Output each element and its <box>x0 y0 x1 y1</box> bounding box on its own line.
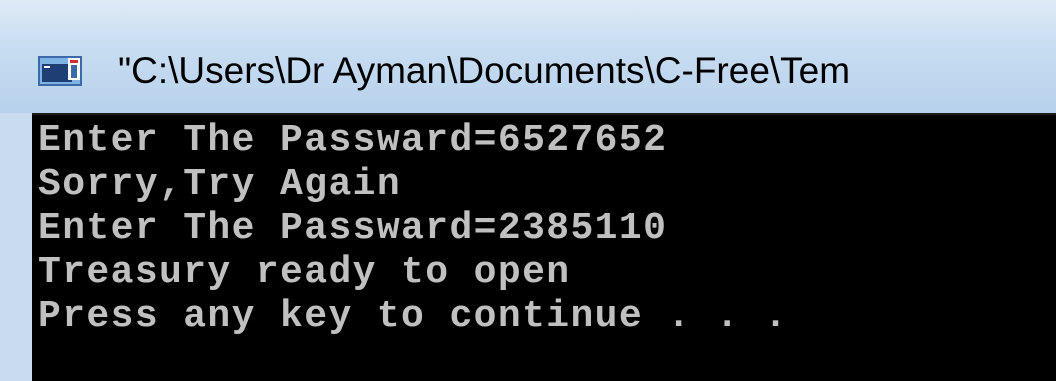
console-line: Enter The Passward=6527652 <box>38 119 668 162</box>
console-line: Enter The Passward=2385110 <box>38 207 668 250</box>
console-line: Treasury ready to open <box>38 251 571 294</box>
window-frame-left <box>0 113 32 381</box>
title-bar[interactable]: "C:\Users\Dr Ayman\Documents\C-Free\Tem <box>0 0 1056 113</box>
console-line: Press any key to continue . . . <box>38 295 789 338</box>
window-title: "C:\Users\Dr Ayman\Documents\C-Free\Tem <box>118 50 851 91</box>
console-app-icon[interactable] <box>38 56 82 86</box>
console-window[interactable]: "C:\Users\Dr Ayman\Documents\C-Free\Tem … <box>0 0 1056 381</box>
console-line: Sorry,Try Again <box>38 163 402 206</box>
console-output[interactable]: Enter The Passward=6527652 Sorry,Try Aga… <box>32 113 1056 381</box>
